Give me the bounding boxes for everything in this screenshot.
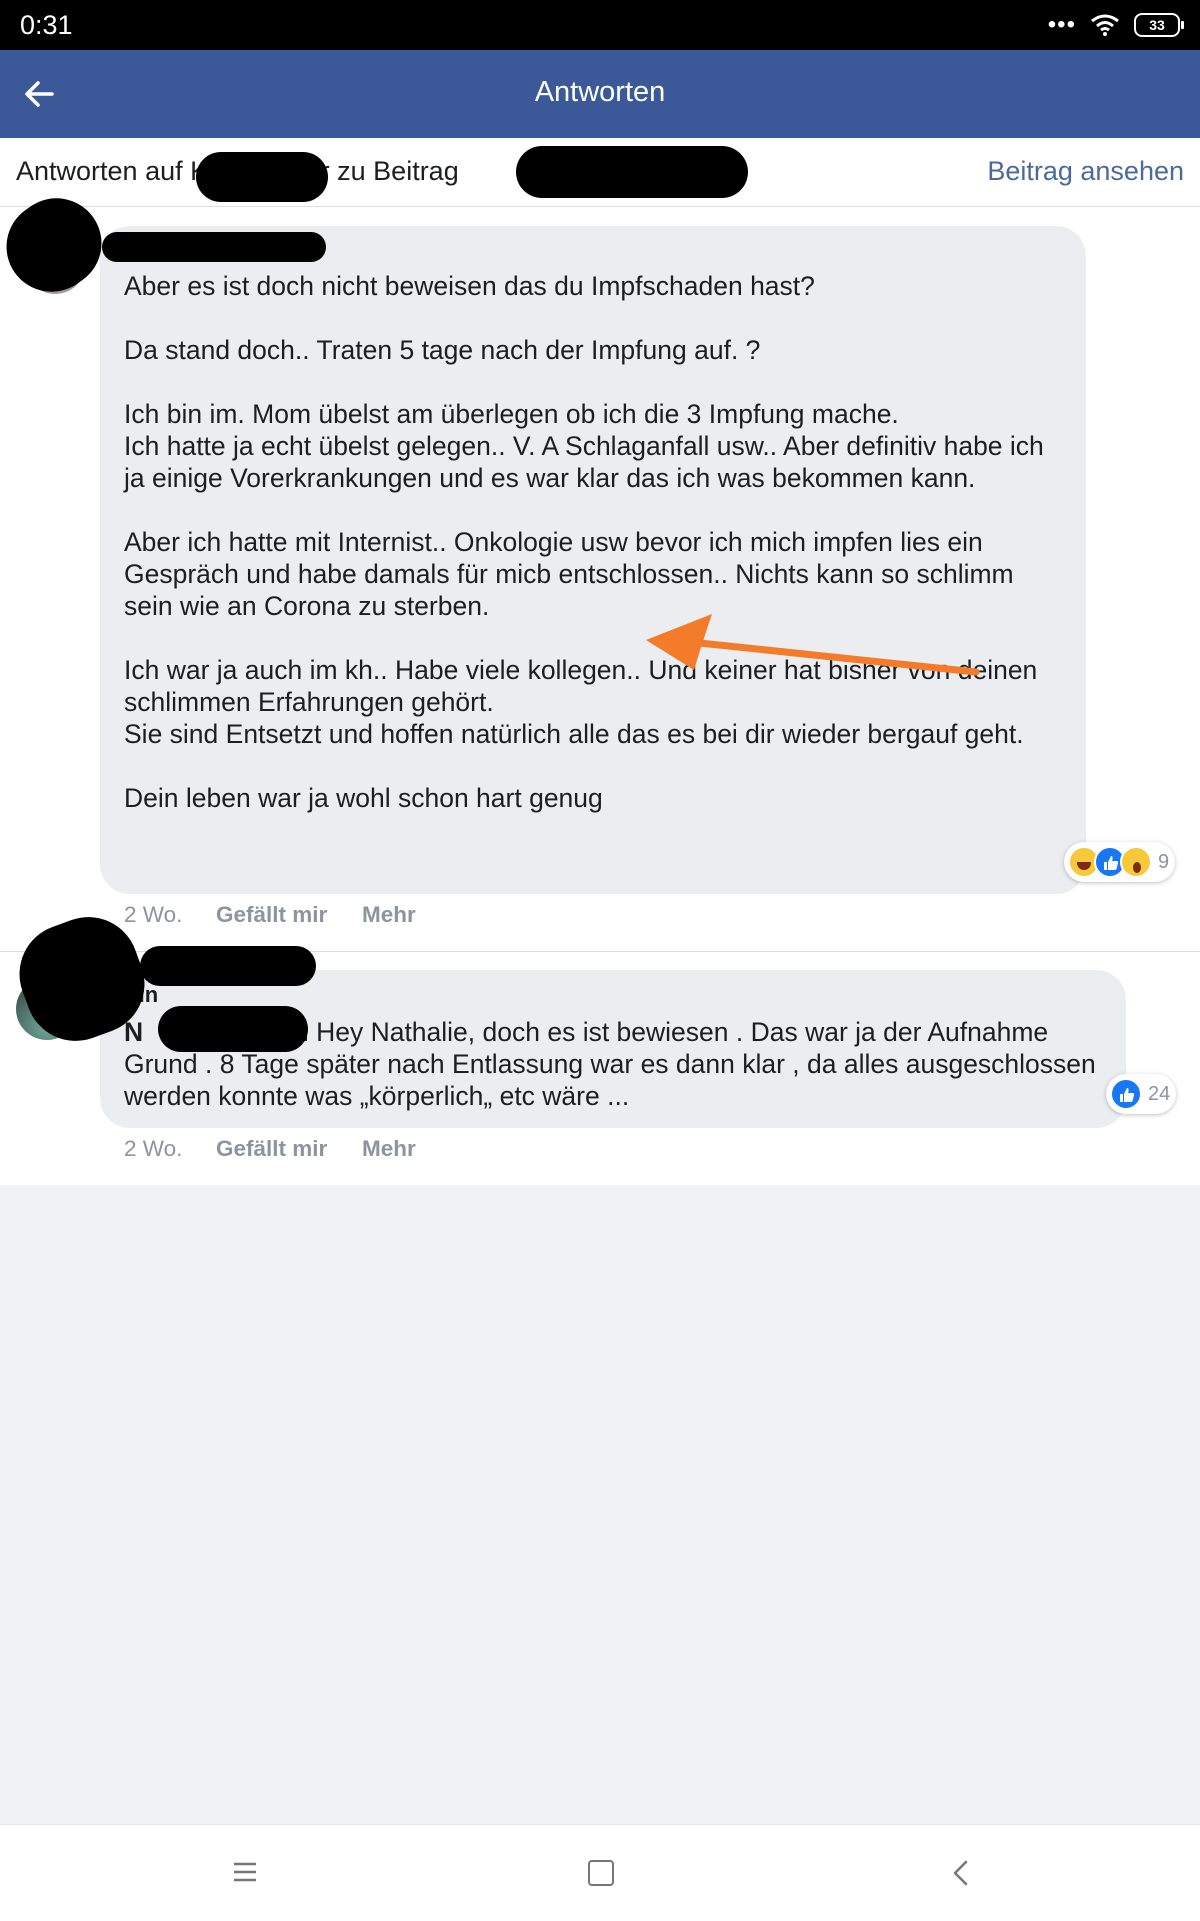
view-post-link[interactable]: Beitrag ansehen — [987, 156, 1184, 187]
comment-paragraph: Da stand doch.. Traten 5 tage nach der I… — [124, 335, 761, 365]
comment-time: 2 Wo. — [124, 902, 183, 927]
comment-time: 2 Wo. — [124, 1136, 183, 1161]
status-bar: 0:31 ••• 33 — [0, 0, 1200, 50]
reaction-summary[interactable]: 9 — [1064, 842, 1176, 882]
dots-icon: ••• — [1047, 11, 1076, 38]
reaction-count: 24 — [1148, 1082, 1171, 1105]
annotation-arrow — [646, 614, 980, 676]
comment-paragraph: Dein leben war ja wohl schon hart genug — [124, 783, 603, 813]
reaction-count: 9 — [1158, 850, 1170, 873]
comment-text: Aber es ist doch nicht beweisen das du I… — [124, 270, 1062, 814]
redaction-mark — [196, 152, 328, 202]
redaction-mark — [140, 946, 316, 986]
comment-meta: 2 Wo. Gefällt mir Mehr — [124, 902, 416, 928]
more-button[interactable]: Mehr — [362, 1136, 416, 1162]
redaction-mark — [158, 1006, 308, 1052]
system-nav-bar — [0, 1824, 1200, 1921]
like-button[interactable]: Gefällt mir — [216, 902, 362, 928]
comment-paragraph: Aber ich hatte mit Internist.. Onkologie… — [124, 527, 1014, 621]
menu-icon[interactable] — [232, 1861, 258, 1883]
page-title: Antworten — [534, 76, 666, 108]
comment-paragraph: Aber es ist doch nicht beweisen das du I… — [124, 271, 815, 301]
status-icons: ••• 33 — [1047, 11, 1184, 38]
home-icon[interactable] — [588, 1860, 614, 1886]
wow-icon — [1120, 846, 1152, 878]
wifi-icon — [1091, 14, 1119, 36]
more-button[interactable]: Mehr — [362, 902, 416, 928]
status-time: 0:31 — [20, 10, 73, 40]
back-icon[interactable] — [950, 1859, 972, 1887]
redaction-mark — [516, 146, 748, 198]
reaction-summary[interactable]: 24 — [1106, 1074, 1177, 1114]
comment-meta: 2 Wo. Gefällt mir Mehr — [124, 1136, 416, 1162]
app-bar: Antworten — [0, 50, 1200, 138]
battery-icon: 33 — [1134, 13, 1184, 37]
like-icon — [1110, 1078, 1142, 1110]
comment-paragraph: Ich bin im. Mom übelst am überlegen ob i… — [124, 399, 1044, 493]
like-button[interactable]: Gefällt mir — [216, 1136, 362, 1162]
comment-bubble: N Aber es ist doch nicht beweisen das du… — [100, 226, 1086, 894]
redaction-mark — [102, 232, 326, 262]
